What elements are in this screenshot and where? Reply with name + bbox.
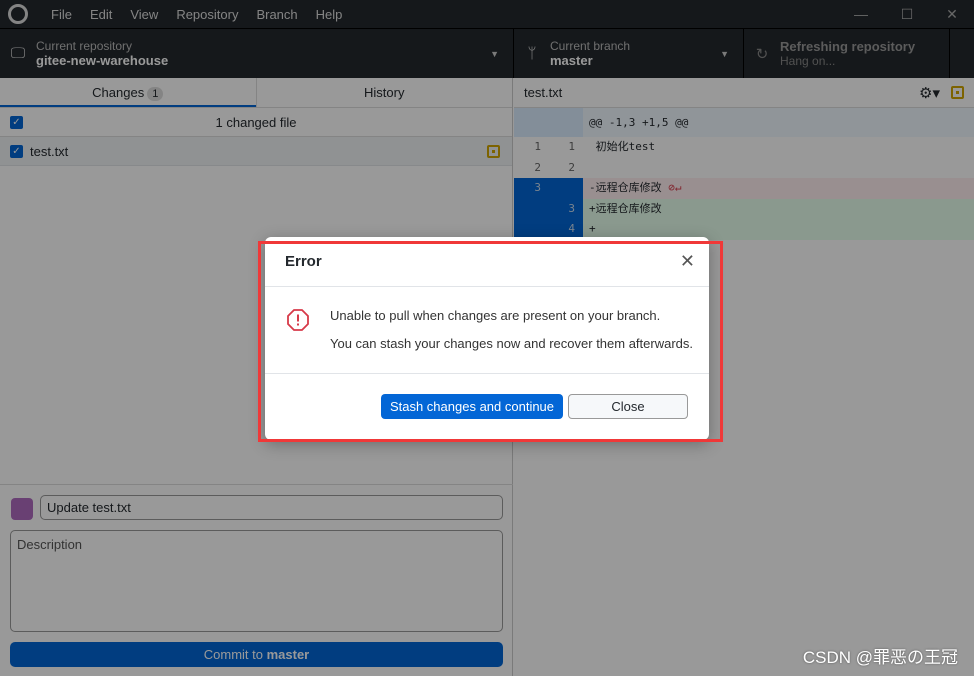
close-button[interactable]: Close xyxy=(568,394,688,419)
error-dialog: Error ✕ Unable to pull when changes are p… xyxy=(265,237,709,440)
dialog-title: Error xyxy=(285,253,322,270)
error-octagon-icon xyxy=(287,309,309,331)
error-hint: You can stash your changes now and recov… xyxy=(330,336,694,351)
stash-and-continue-button[interactable]: Stash changes and continue xyxy=(381,394,563,419)
error-message: Unable to pull when changes are present … xyxy=(330,308,661,323)
close-icon[interactable]: ✕ xyxy=(680,251,695,272)
watermark: CSDN @罪恶の王冠 xyxy=(802,648,958,667)
